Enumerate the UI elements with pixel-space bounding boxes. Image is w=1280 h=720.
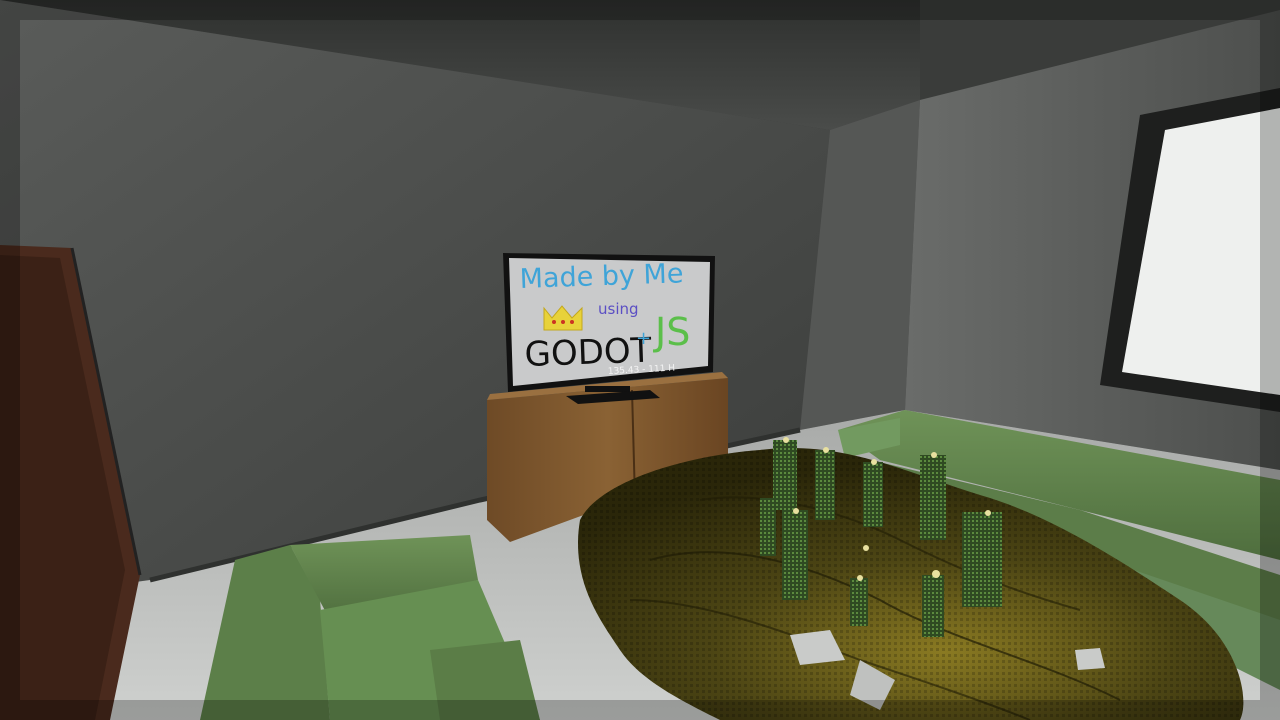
game-viewport[interactable]: Made by Me using GODOT + JS 135.43 - 111…	[0, 0, 1280, 720]
tv-text-plus: +	[636, 328, 651, 349]
tv-text-made-by: Made by Me	[519, 258, 684, 295]
tv-text-js: JS	[653, 310, 690, 354]
tv-text-using: using	[598, 300, 639, 318]
room-render: Made by Me using GODOT + JS 135.43 - 111…	[0, 0, 1280, 720]
